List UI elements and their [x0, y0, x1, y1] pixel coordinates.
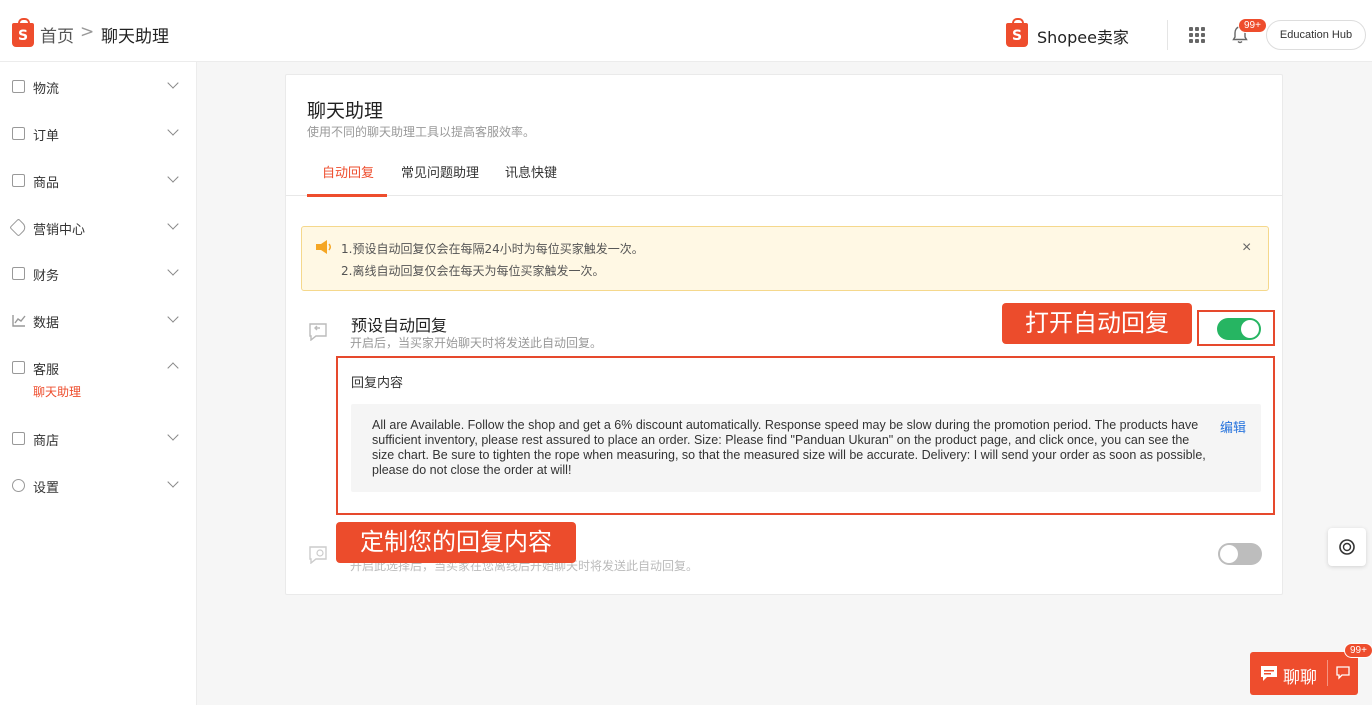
offline-reply-toggle[interactable]: [1218, 543, 1262, 565]
close-icon[interactable]: ×: [1242, 239, 1251, 257]
sidebar-item-finance[interactable]: 财务: [0, 263, 196, 287]
package-icon: [12, 80, 25, 93]
active-tab-indicator: [307, 194, 387, 197]
auto-reply-icon: [309, 323, 327, 341]
education-hub-button[interactable]: Education Hub: [1266, 20, 1366, 50]
wallet-icon: [12, 267, 25, 280]
headset-icon: [1339, 539, 1355, 555]
sidebar-item-label: 商品: [33, 176, 60, 191]
sidebar-item-label: 设置: [33, 481, 60, 496]
tab-message-shortcuts[interactable]: 讯息快键: [505, 162, 557, 181]
edit-reply-link[interactable]: 编辑: [1220, 417, 1246, 436]
sidebar: 物流 订单 商品 营销中心 财务 数据 客服 聊天助理 商店 设置: [0, 62, 197, 705]
reply-content-box: All are Available. Follow the shop and g…: [351, 404, 1261, 492]
chevron-down-icon: [167, 77, 179, 89]
brand-name[interactable]: Shopee卖家: [1037, 24, 1129, 48]
reply-content-label: 回复内容: [351, 376, 404, 391]
tag-icon: [9, 218, 28, 237]
expand-window-icon[interactable]: [1336, 666, 1350, 680]
speaker-icon: [316, 240, 331, 254]
default-reply-toggle[interactable]: [1217, 318, 1261, 340]
sidebar-item-label: 营销中心: [33, 223, 86, 238]
default-reply-description: 开启后，当买家开始聊天时将发送此自动回复。: [350, 336, 603, 350]
sidebar-item-label: 商店: [33, 434, 60, 449]
sidebar-item-label: 客服: [33, 363, 60, 378]
offline-reply-icon: [309, 546, 327, 564]
chat-icon: [12, 361, 25, 374]
notice-line-2: 2.离线自动回复仅会在每天为每位买家触发一次。: [341, 264, 605, 278]
page-subtitle: 使用不同的聊天助理工具以提高客服效率。: [307, 125, 536, 139]
clipboard-icon: [12, 127, 25, 140]
content-callout: 定制您的回复内容: [336, 522, 576, 563]
tab-faq-assistant[interactable]: 常见问题助理: [401, 162, 479, 181]
header-divider: [1167, 20, 1168, 50]
chevron-down-icon: [167, 264, 179, 276]
chat-widget-divider: [1327, 660, 1328, 686]
sidebar-item-data[interactable]: 数据: [0, 310, 196, 334]
chevron-down-icon: [167, 124, 179, 136]
sidebar-item-label: 物流: [33, 82, 60, 97]
chat-bubble-icon: [1261, 666, 1277, 681]
notification-badge: 99+: [1238, 18, 1267, 33]
breadcrumb-separator: >: [80, 22, 95, 42]
sidebar-item-label: 订单: [33, 129, 60, 144]
chat-badge: 99+: [1344, 643, 1372, 658]
notice-banner: 1.预设自动回复仅会在每隔24小时为每位买家触发一次。 2.离线自动回复仅会在每…: [301, 226, 1269, 291]
sidebar-item-orders[interactable]: 订单: [0, 123, 196, 147]
sidebar-item-logistics[interactable]: 物流: [0, 76, 196, 100]
sidebar-item-marketing[interactable]: 营销中心: [0, 217, 196, 241]
page-title: 聊天助理: [307, 100, 384, 122]
chevron-down-icon: [167, 218, 179, 230]
chat-widget-button[interactable]: 聊聊: [1250, 652, 1358, 695]
toggle-callout: 打开自动回复: [1002, 303, 1192, 344]
notice-line-1: 1.预设自动回复仅会在每隔24小时为每位买家触发一次。: [341, 242, 644, 256]
chevron-down-icon: [167, 171, 179, 183]
sidebar-item-customer-service[interactable]: 客服: [0, 357, 196, 381]
store-icon: [12, 432, 25, 445]
shopee-logo-icon[interactable]: S: [12, 18, 34, 47]
chat-widget-label: 聊聊: [1283, 668, 1317, 688]
chevron-down-icon: [167, 476, 179, 488]
breadcrumb-home[interactable]: 首页: [40, 22, 74, 47]
breadcrumb-current: 聊天助理: [101, 27, 169, 47]
top-header: S 首页 > 聊天助理 S Shopee卖家 99+ Education Hub: [0, 0, 1372, 62]
sidebar-item-label: 财务: [33, 269, 60, 284]
sidebar-item-products[interactable]: 商品: [0, 170, 196, 194]
toggle-knob: [1241, 320, 1259, 338]
apps-grid-icon[interactable]: [1189, 27, 1205, 43]
default-reply-title: 预设自动回复: [351, 316, 448, 335]
sidebar-item-shop[interactable]: 商店: [0, 428, 196, 452]
chart-icon: [12, 315, 26, 327]
bag-icon: [12, 174, 25, 187]
toggle-knob: [1220, 545, 1238, 563]
tab-auto-reply[interactable]: 自动回复: [322, 162, 374, 181]
sidebar-item-label: 数据: [33, 316, 60, 331]
gear-icon: [12, 479, 25, 492]
chevron-down-icon: [167, 429, 179, 441]
sidebar-subitem-chat-assistant[interactable]: 聊天助理: [33, 383, 81, 400]
help-button[interactable]: [1328, 528, 1366, 566]
chevron-down-icon: [167, 311, 179, 323]
shopee-seller-logo-icon[interactable]: S: [1006, 18, 1028, 47]
sidebar-item-settings[interactable]: 设置: [0, 475, 196, 499]
reply-content-text: All are Available. Follow the shop and g…: [372, 418, 1206, 477]
tab-divider: [286, 195, 1282, 196]
chevron-up-icon: [167, 362, 179, 374]
